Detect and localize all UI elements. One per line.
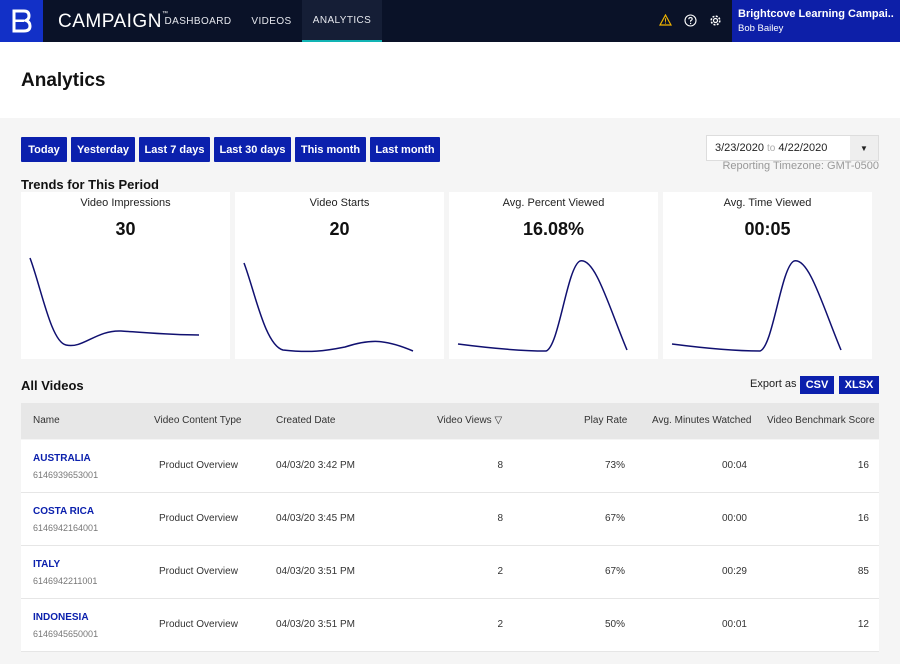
page-header: Analytics [0,42,900,118]
video-play-rate: 67% [604,513,625,524]
column-header-created-date[interactable]: Created Date [276,415,335,426]
video-name-link[interactable]: INDONESIA [33,612,89,623]
table-row[interactable]: ITALY 6146942211001 Product Overview 04/… [21,546,879,599]
video-views: 8 [497,513,503,524]
trend-sparkline [243,262,414,353]
video-created-date: 04/03/20 3:51 PM [276,566,355,577]
account-name: Brightcove Learning Campai... [738,8,894,20]
video-play-rate: 50% [604,619,625,630]
video-benchmark-score: 16 [857,460,869,471]
video-content-type: Product Overview [159,513,238,524]
column-header-benchmark-score[interactable]: Video Benchmark Score [767,415,875,426]
chevron-down-icon[interactable]: ▼ [850,136,878,160]
trend-card-avg-time-viewed: Avg. Time Viewed 00:05 [663,192,872,359]
export-xlsx-button[interactable]: XLSX [839,376,879,394]
trend-sparkline [29,257,200,347]
range-last-7-days-button[interactable]: Last 7 days [139,137,210,162]
video-avg-minutes: 00:00 [721,513,747,524]
video-benchmark-score: 16 [857,513,869,524]
account-user: Bob Bailey [738,23,784,34]
table-row[interactable]: INDONESIA 6146945650001 Product Overview… [21,599,879,652]
video-name-link[interactable]: COSTA RICA [33,506,94,517]
video-play-rate: 73% [604,460,625,471]
range-this-month-button[interactable]: This month [295,137,366,162]
trend-card-label: Avg. Time Viewed [723,197,812,209]
gear-icon[interactable] [708,13,722,27]
range-last-30-days-button[interactable]: Last 30 days [214,137,291,162]
reporting-timezone: Reporting Timezone: GMT-0500 [722,160,879,172]
export-csv-button[interactable]: CSV [800,376,834,394]
video-created-date: 04/03/20 3:45 PM [276,513,355,524]
date-range-separator: to [767,143,776,154]
video-created-date: 04/03/20 3:51 PM [276,619,355,630]
nav-videos[interactable]: VIDEOS [241,0,302,42]
video-avg-minutes: 00:29 [721,566,747,577]
trend-card-value: 30 [115,219,136,239]
trend-sparkline [457,260,628,352]
video-created-date: 04/03/20 3:42 PM [276,460,355,471]
trend-card-avg-percent-viewed: Avg. Percent Viewed 16.08% [449,192,658,359]
warning-icon[interactable] [658,13,672,27]
brightcove-logo[interactable] [0,0,43,42]
video-content-type: Product Overview [159,566,238,577]
video-benchmark-score: 85 [857,566,869,577]
trend-card-value: 20 [329,219,350,239]
trend-card-label: Avg. Percent Viewed [502,197,605,209]
export-label: Export as [750,378,797,390]
video-name-link[interactable]: ITALY [33,559,60,570]
video-id: 6146942211001 [33,576,98,586]
video-views: 2 [497,566,503,577]
nav-analytics[interactable]: ANALYTICS [302,0,382,42]
table-row[interactable]: COSTA RICA 6146942164001 Product Overvie… [21,493,879,546]
date-range-end: 4/22/2020 [778,142,828,154]
account-menu[interactable]: Brightcove Learning Campai... Bob Bailey [732,0,900,42]
trend-card-value: 00:05 [744,219,791,239]
range-today-button[interactable]: Today [21,137,67,162]
trend-card-video-starts: Video Starts 20 [235,192,444,359]
video-id: 6146939653001 [33,470,99,480]
all-videos-title: All Videos [21,378,84,393]
video-views: 2 [497,619,503,630]
video-avg-minutes: 00:01 [721,619,747,630]
range-yesterday-button[interactable]: Yesterday [71,137,135,162]
video-avg-minutes: 00:04 [721,460,747,471]
video-content-type: Product Overview [159,460,238,471]
help-icon[interactable] [683,13,697,27]
sort-descending-icon: ▽ [494,415,503,426]
column-header-video-views[interactable]: Video Views ▽ [437,415,502,426]
top-navigation-bar: CAMPAIGN™ DASHBOARD VIDEOS ANALYTICS Bri… [0,0,900,42]
table-row[interactable]: AUSTRALIA 6146939653001 Product Overview… [21,440,879,493]
trends-title: Trends for This Period [21,177,159,192]
range-last-month-button[interactable]: Last month [370,137,440,162]
column-header-avg-minutes-watched[interactable]: Avg. Minutes Watched [652,415,752,426]
video-id: 6146942164001 [33,523,99,533]
trend-sparkline [671,260,842,352]
logo-icon [12,9,32,33]
column-header-name[interactable]: Name [33,415,60,426]
videos-table-header: Name Video Content Type Created Date Vid… [21,403,879,439]
video-content-type: Product Overview [159,619,238,630]
app-brand[interactable]: CAMPAIGN™ [58,11,168,33]
video-play-rate: 67% [604,566,625,577]
video-views: 8 [497,460,503,471]
video-benchmark-score: 12 [857,619,869,630]
trend-card-label: Video Impressions [80,197,171,209]
date-range-picker[interactable]: 3/23/2020 to 4/22/2020 ▼ [706,135,879,161]
video-id: 6146945650001 [33,629,99,639]
trend-card-label: Video Starts [309,197,370,209]
trend-card-value: 16.08% [522,219,585,239]
column-header-play-rate[interactable]: Play Rate [584,415,627,426]
page-title: Analytics [21,70,106,91]
video-name-link[interactable]: AUSTRALIA [33,453,91,464]
date-range-start: 3/23/2020 [715,142,764,154]
nav-dashboard[interactable]: DASHBOARD [155,0,241,42]
column-header-content-type[interactable]: Video Content Type [154,415,241,426]
trend-card-video-impressions: Video Impressions 30 [21,192,230,359]
